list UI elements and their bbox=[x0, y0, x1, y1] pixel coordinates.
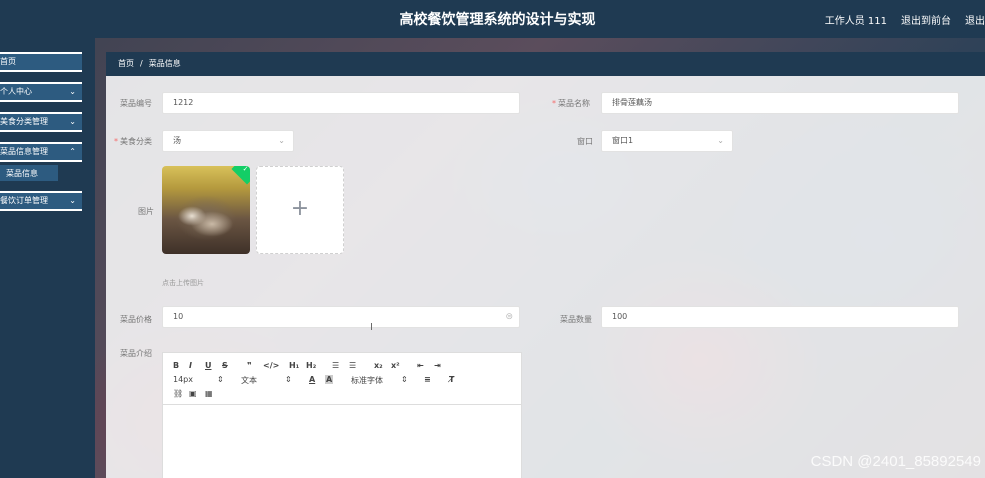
dish-name-value: 排骨莲藕汤 bbox=[612, 98, 652, 107]
sidebar-item-food-category[interactable]: 美食分类管理 ⌄ bbox=[0, 112, 82, 132]
quote-button[interactable]: ❞ bbox=[247, 361, 252, 370]
chevron-down-icon: ⌄ bbox=[69, 117, 76, 126]
sidebar-item-label: 餐饮订单管理 bbox=[0, 196, 48, 205]
text-type-select[interactable]: 文本 bbox=[241, 375, 257, 386]
breadcrumb-separator: / bbox=[140, 59, 143, 68]
h1-button[interactable]: H₁ bbox=[289, 361, 299, 370]
price-input[interactable]: 10 ⊜ bbox=[162, 306, 520, 328]
uploaded-check-icon: ✓ bbox=[231, 166, 250, 185]
chevron-down-icon: ⌄ bbox=[278, 136, 285, 145]
plus-icon: + bbox=[290, 196, 310, 221]
sidebar-item-label: 菜品信息管理 bbox=[0, 147, 48, 156]
sidebar-item-label: 菜品信息 bbox=[6, 169, 38, 178]
main-content: 首页 / 菜品信息 菜品编号 1212 * 菜品名称 排骨莲藕汤 * 美食分类 汤 ⌄ … bbox=[95, 38, 985, 478]
user-label: 工作人员 111 bbox=[824, 16, 887, 27]
window-select[interactable]: 窗口1 ⌄ bbox=[601, 130, 733, 152]
font-size-select[interactable]: 14px bbox=[173, 375, 193, 384]
sidebar-item-label: 首页 bbox=[0, 57, 16, 66]
top-links: 工作人员 111 退出到前台 退出登录 bbox=[825, 12, 985, 27]
sidebar-item-dish-management[interactable]: 菜品信息管理 ⌃ bbox=[0, 142, 82, 162]
ordered-list-button[interactable]: ☰ bbox=[332, 361, 339, 370]
video-icon[interactable]: ▦ bbox=[205, 389, 213, 398]
sidebar-item-home[interactable]: 首页 bbox=[0, 52, 82, 72]
align-button[interactable]: ≡ bbox=[424, 375, 431, 384]
breadcrumb-home[interactable]: 首页 bbox=[118, 59, 134, 68]
text-cursor-icon: I bbox=[370, 322, 373, 333]
logout-link[interactable]: 退出登录 bbox=[965, 12, 985, 27]
food-category-value: 汤 bbox=[173, 136, 181, 145]
image-icon[interactable]: ▣ bbox=[189, 389, 197, 398]
dish-name-input[interactable]: 排骨莲藕汤 bbox=[601, 92, 959, 114]
chevron-up-icon: ⌃ bbox=[69, 147, 76, 156]
code-button[interactable]: </> bbox=[263, 361, 279, 370]
quantity-input[interactable]: 100 bbox=[601, 306, 959, 328]
clear-format-button[interactable]: T̸ bbox=[449, 375, 454, 384]
dish-image-thumbnail[interactable]: ✓ bbox=[162, 166, 250, 254]
outdent-button[interactable]: ⇤ bbox=[417, 361, 424, 370]
sidebar-item-label: 美食分类管理 bbox=[0, 117, 48, 126]
intro-label: 菜品介绍 bbox=[120, 349, 152, 358]
food-category-label: * 美食分类 bbox=[114, 137, 152, 146]
link-icon[interactable]: ⛓ bbox=[173, 389, 183, 398]
form-panel: 首页 / 菜品信息 菜品编号 1212 * 菜品名称 排骨莲藕汤 * 美食分类 汤 ⌄ … bbox=[106, 52, 985, 478]
quantity-value: 100 bbox=[612, 312, 628, 321]
indent-button[interactable]: ⇥ bbox=[434, 361, 441, 370]
chevron-updown-icon: ⇕ bbox=[285, 375, 292, 384]
sidebar-item-label: 个人中心 bbox=[0, 87, 32, 96]
stepper-icon[interactable]: ⊜ bbox=[505, 307, 513, 327]
strike-button[interactable]: S bbox=[222, 361, 228, 370]
subscript-button[interactable]: x₂ bbox=[374, 361, 383, 370]
breadcrumb-current: 菜品信息 bbox=[148, 59, 181, 68]
window-label: 窗口 bbox=[577, 137, 593, 146]
window-value: 窗口1 bbox=[612, 136, 634, 145]
breadcrumb: 首页 / 菜品信息 bbox=[106, 52, 985, 76]
dish-name-label: * 菜品名称 bbox=[552, 99, 590, 108]
font-family-select[interactable]: 标准字体 bbox=[351, 375, 383, 386]
image-label: 图片 bbox=[138, 207, 154, 216]
dish-code-label: 菜品编号 bbox=[120, 99, 152, 108]
price-label: 菜品价格 bbox=[120, 315, 152, 324]
chevron-updown-icon: ⇕ bbox=[401, 375, 408, 384]
font-color-button[interactable]: A bbox=[309, 375, 315, 384]
italic-button[interactable]: I bbox=[189, 361, 192, 370]
sidebar-item-personal-center[interactable]: 个人中心 ⌄ bbox=[0, 82, 82, 102]
chevron-down-icon: ⌄ bbox=[69, 87, 76, 96]
dish-code-value: 1212 bbox=[173, 98, 194, 107]
bold-button[interactable]: B bbox=[173, 361, 179, 370]
chevron-down-icon: ⌄ bbox=[717, 136, 724, 145]
bg-color-button[interactable]: A bbox=[325, 375, 334, 384]
top-bar: 高校餐饮管理系统的设计与实现 工作人员 111 退出到前台 退出登录 bbox=[0, 0, 985, 38]
superscript-button[interactable]: x² bbox=[391, 361, 400, 370]
chevron-down-icon: ⌄ bbox=[69, 196, 76, 205]
food-category-select[interactable]: 汤 ⌄ bbox=[162, 130, 294, 152]
h2-button[interactable]: H₂ bbox=[306, 361, 316, 370]
upload-hint: 点击上传图片 bbox=[162, 279, 204, 287]
editor-toolbar: B I U S ❞ </> H₁ H₂ ☰ ☰ x₂ x² ⇤ ⇥ 14px ⇕… bbox=[163, 353, 521, 405]
chevron-updown-icon: ⇕ bbox=[217, 375, 224, 384]
sidebar-subitem-dish-info[interactable]: 菜品信息 bbox=[0, 165, 58, 183]
watermark: CSDN @2401_85892549 bbox=[810, 453, 981, 470]
back-to-frontend-link[interactable]: 退出到前台 bbox=[901, 12, 951, 27]
bullet-list-button[interactable]: ☰ bbox=[349, 361, 356, 370]
rich-text-editor[interactable]: B I U S ❞ </> H₁ H₂ ☰ ☰ x₂ x² ⇤ ⇥ 14px ⇕… bbox=[162, 352, 522, 478]
price-value: 10 bbox=[173, 312, 184, 321]
quantity-label: 菜品数量 bbox=[560, 315, 592, 324]
image-upload-button[interactable]: + bbox=[256, 166, 344, 254]
dish-code-input[interactable]: 1212 bbox=[162, 92, 520, 114]
underline-button[interactable]: U bbox=[205, 361, 212, 370]
sidebar: 首页 个人中心 ⌄ 美食分类管理 ⌄ 菜品信息管理 ⌃ 菜品信息 餐饮订单管理 … bbox=[0, 38, 95, 478]
sidebar-item-order-management[interactable]: 餐饮订单管理 ⌄ bbox=[0, 191, 82, 211]
